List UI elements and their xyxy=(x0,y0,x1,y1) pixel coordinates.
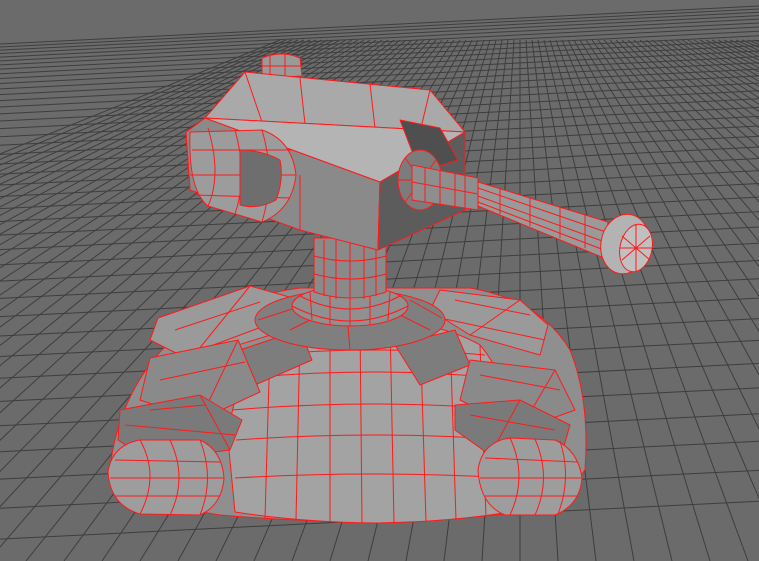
right-foot xyxy=(477,437,583,516)
left-foot xyxy=(107,439,225,516)
3d-viewport[interactable] xyxy=(0,0,759,561)
viewport-canvas[interactable] xyxy=(0,0,759,561)
